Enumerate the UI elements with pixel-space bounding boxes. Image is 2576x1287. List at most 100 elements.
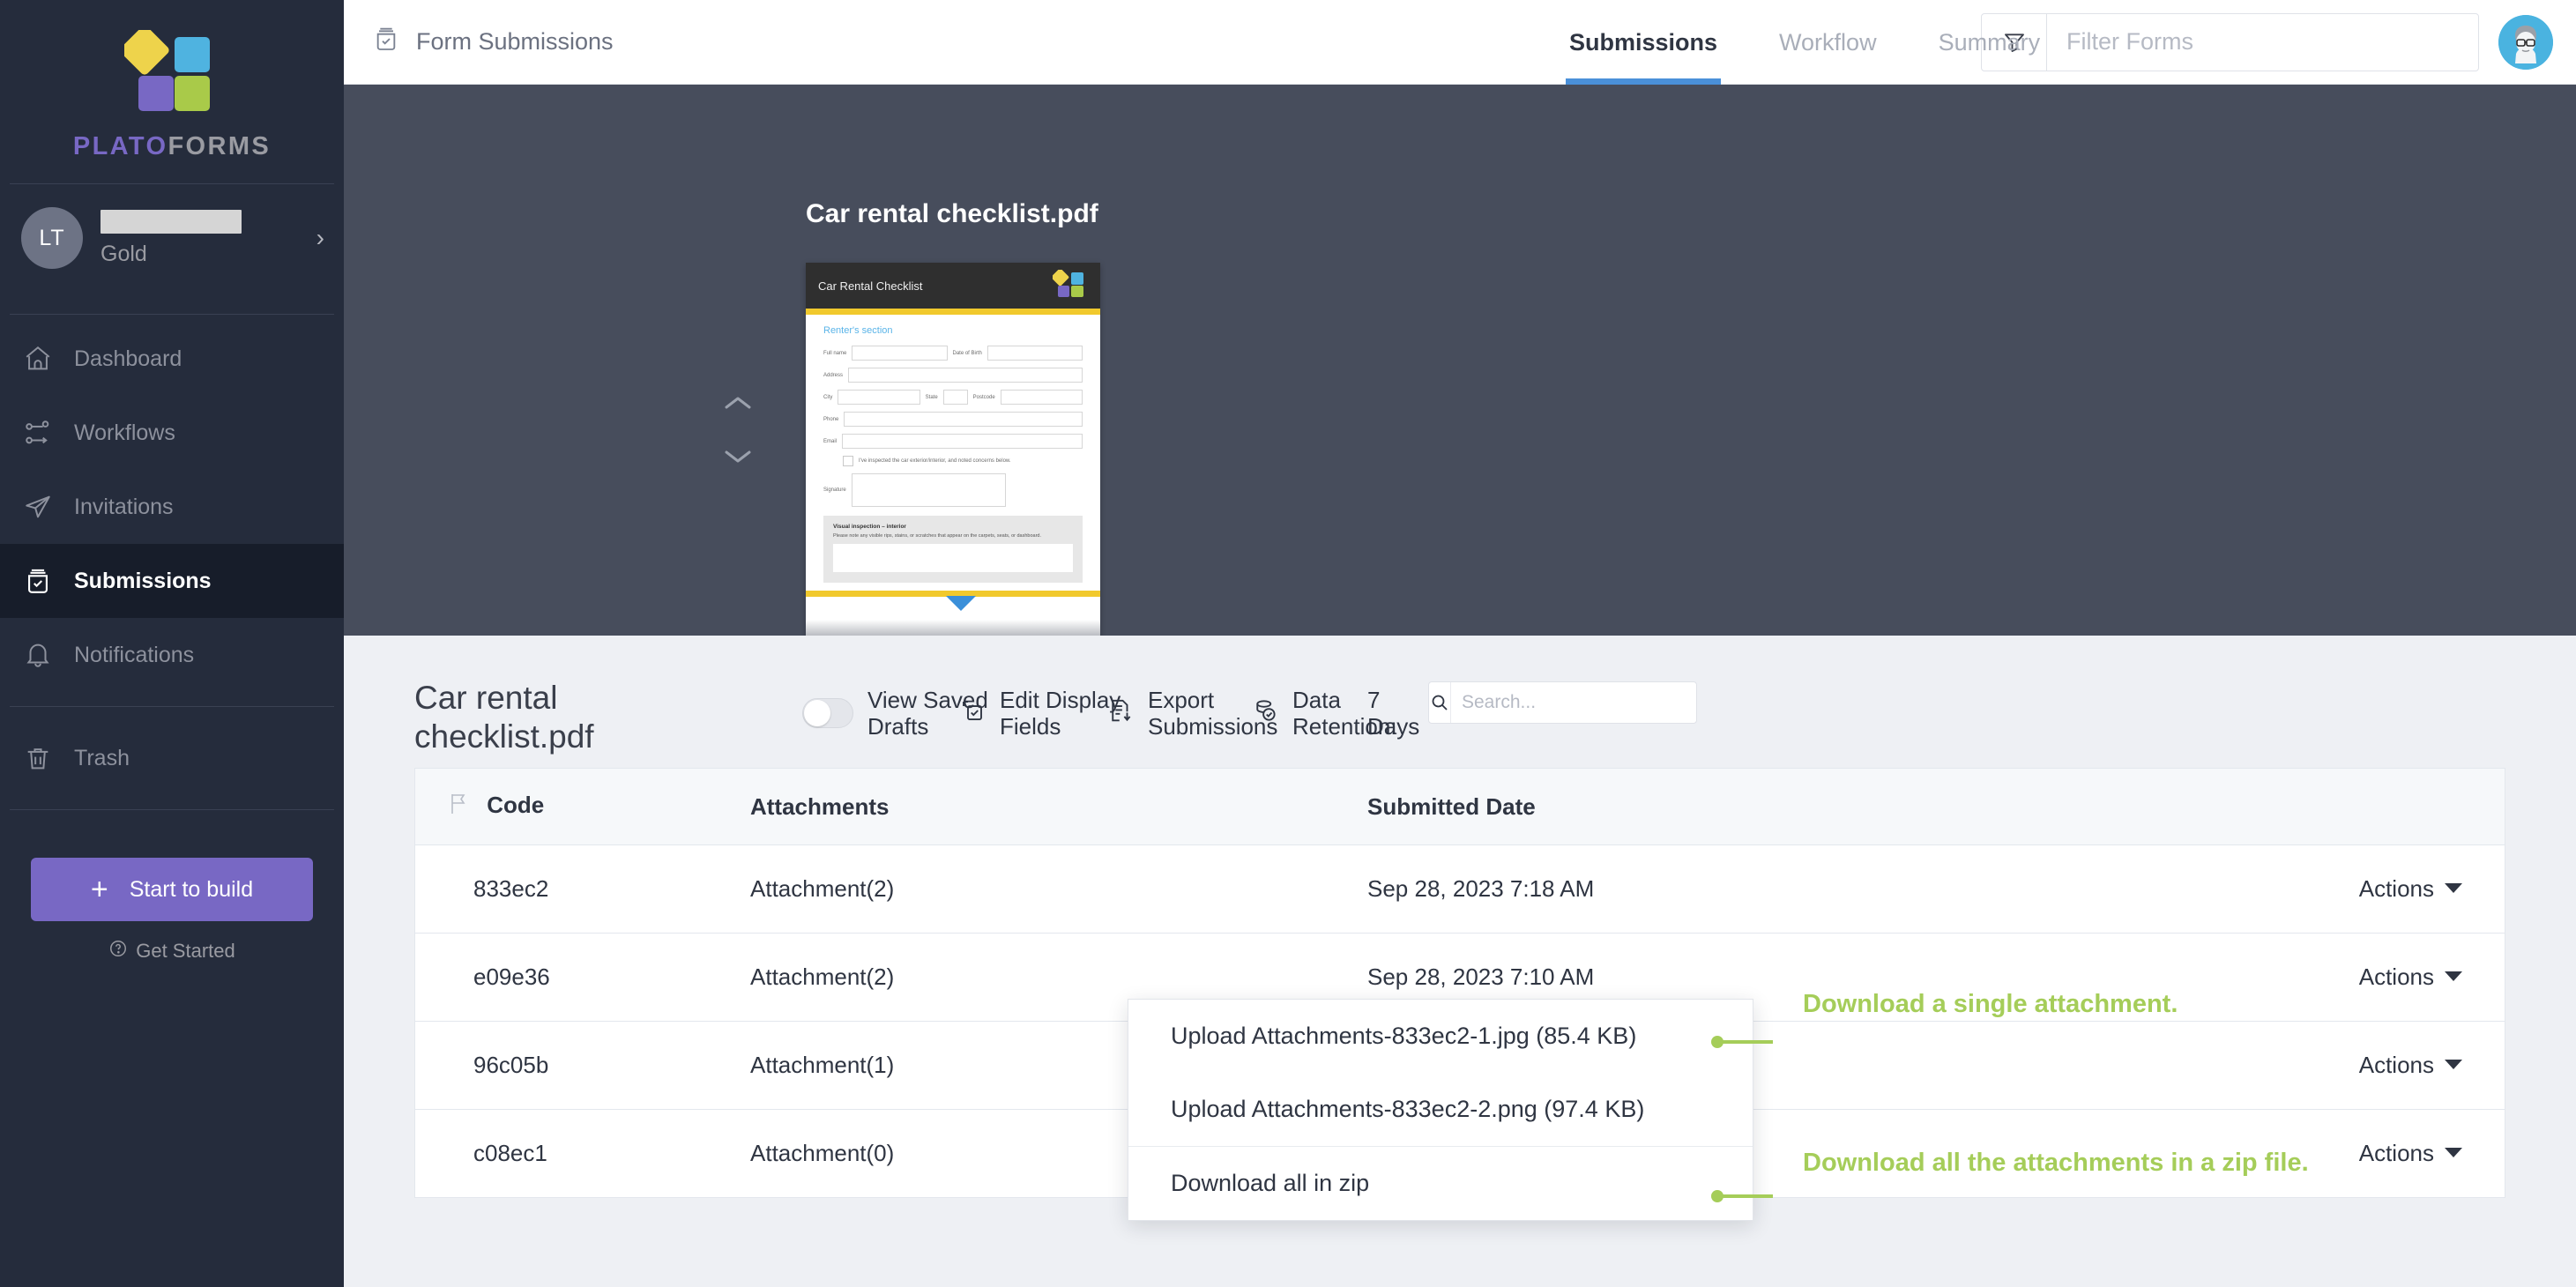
trash-icon	[21, 741, 55, 775]
actions-dropdown-button[interactable]: Actions	[2073, 1021, 2505, 1110]
pdf-field-label: Email	[823, 438, 838, 444]
chevron-up-icon[interactable]	[723, 393, 753, 417]
attachments-dropdown-menu: Upload Attachments-833ec2-1.jpg (85.4 KB…	[1128, 999, 1753, 1221]
brand-word-plato: PLATO	[72, 132, 168, 160]
tab-submissions[interactable]: Submissions	[1566, 0, 1722, 85]
pdf-doc-title: Car Rental Checklist	[818, 279, 923, 293]
pdf-field-row: Address	[823, 368, 1083, 383]
search-submissions-box	[1428, 681, 1711, 724]
sidebar-item-trash[interactable]: Trash	[0, 721, 344, 795]
sidebar-item-workflows[interactable]: Workflows	[0, 396, 344, 470]
preview-file-title: Car rental checklist.pdf	[806, 199, 1098, 228]
search-input[interactable]	[1451, 682, 1711, 723]
pdf-section-title: Renter's section	[823, 325, 893, 336]
sidebar-nav: Dashboard Workflows Invitations Submissi…	[0, 322, 344, 824]
pdf-fade-overlay	[806, 620, 1100, 636]
actions-label: Actions	[2358, 1052, 2434, 1078]
actions-dropdown-button[interactable]: Actions	[2073, 844, 2505, 934]
pdf-field-input	[852, 346, 948, 361]
cell-code: e09e36	[415, 933, 750, 1022]
page-title-label: Form Submissions	[416, 28, 614, 55]
download-all-zip-menu-item[interactable]: Download all in zip	[1128, 1147, 1753, 1220]
chevron-right-icon[interactable]: ›	[316, 224, 324, 252]
actions-label: Actions	[2358, 963, 2434, 990]
user-avatar[interactable]	[2498, 14, 2553, 70]
pdf-field-input	[838, 390, 920, 405]
pdf-field-row: City State Postcode	[823, 390, 1083, 405]
pdf-checkbox-label: I've inspected the car exterior/interior…	[859, 458, 1011, 464]
account-switcher[interactable]: LT Gold ›	[0, 184, 344, 292]
start-to-build-button[interactable]: + Start to build	[31, 858, 313, 921]
caret-down-icon	[2445, 1148, 2462, 1157]
brand-word-forms: FORMS	[168, 132, 272, 160]
pdf-thumbnail[interactable]: Car Rental Checklist Renter's section Fu…	[806, 263, 1100, 636]
pdf-accent-bar-top	[806, 309, 1100, 315]
flag-icon	[449, 794, 474, 821]
pdf-body: Renter's section Full name Date of Birth…	[806, 315, 1100, 507]
attachment-menu-item-1[interactable]: Upload Attachments-833ec2-1.jpg (85.4 KB…	[1128, 1000, 1753, 1073]
toggle-switch[interactable]	[802, 698, 853, 729]
cell-code: c08ec1	[415, 1109, 750, 1198]
search-icon[interactable]	[1429, 682, 1451, 723]
main-area: Form Submissions Submissions Workflow Su…	[344, 0, 2576, 1287]
preview-pager	[723, 393, 753, 471]
sidebar-item-submissions[interactable]: Submissions	[0, 544, 344, 618]
tab-workflow[interactable]: Workflow	[1776, 0, 1880, 85]
column-header-actions	[2073, 769, 2505, 845]
pdf-field-input	[844, 412, 1083, 427]
get-started-label: Get Started	[136, 940, 235, 962]
table-row[interactable]: 833ec2 Attachment(2) Sep 28, 2023 7:18 A…	[415, 844, 2505, 934]
column-header-attachments[interactable]: Attachments	[750, 769, 1367, 845]
tab-bar: Submissions Workflow Summary	[1566, 0, 2044, 85]
submissions-jar-icon	[372, 25, 400, 59]
pdf-field-row: Phone	[823, 412, 1083, 427]
table-header-row: Code Attachments Submitted Date	[415, 769, 2505, 845]
build-section: + Start to build Get Started	[0, 824, 344, 963]
get-started-link[interactable]: Get Started	[31, 939, 313, 963]
sidebar-divider-account	[10, 314, 334, 315]
pdf-field-label: City	[823, 394, 833, 400]
brand-wordmark: PLATOFORMS	[73, 132, 271, 161]
attachment-menu-item-2[interactable]: Upload Attachments-833ec2-2.png (97.4 KB…	[1128, 1073, 1753, 1146]
cell-attachments[interactable]: Attachment(2)	[750, 844, 1367, 934]
pdf-preview-panel: Car rental checklist.pdf Car Rental Chec…	[344, 85, 2576, 636]
caret-down-icon[interactable]	[946, 596, 976, 611]
cell-submitted-date: Sep 28, 2023 7:18 AM	[1367, 844, 2073, 934]
page-title: Form Submissions	[372, 25, 614, 59]
account-avatar: LT	[21, 207, 83, 269]
plus-icon: +	[90, 873, 108, 906]
pdf-field-row: Full name Date of Birth	[823, 346, 1083, 361]
column-header-code[interactable]: Code	[415, 769, 750, 845]
account-text: Gold	[101, 209, 299, 267]
tab-summary[interactable]: Summary	[1935, 0, 2044, 85]
sidebar-item-notifications[interactable]: Notifications	[0, 618, 344, 692]
brand-logo[interactable]: PLATOFORMS	[0, 0, 344, 161]
filter-forms-input[interactable]	[2047, 13, 2478, 71]
sidebar-item-dashboard[interactable]: Dashboard	[0, 322, 344, 396]
paper-plane-icon	[21, 490, 55, 524]
pdf-field-label: Address	[823, 372, 844, 378]
export-icon	[1107, 697, 1134, 729]
topbar-right	[1981, 12, 2553, 71]
submissions-jar-icon	[21, 564, 55, 598]
caret-down-icon	[2445, 883, 2462, 893]
pdf-field-input	[942, 390, 968, 405]
sidebar: PLATOFORMS LT Gold › Dashboard Workflows…	[0, 0, 344, 1287]
sidebar-item-label: Notifications	[74, 642, 195, 667]
pdf-visual-inspection-section: Visual inspection – interior Please note…	[823, 516, 1083, 583]
sidebar-item-label: Dashboard	[74, 346, 182, 371]
account-tier: Gold	[101, 241, 147, 266]
sidebar-item-invitations[interactable]: Invitations	[0, 470, 344, 544]
sidebar-item-label: Trash	[74, 745, 130, 770]
column-header-submitted-date[interactable]: Submitted Date	[1367, 769, 2073, 845]
pdf-field-label: Full name	[823, 350, 847, 356]
start-to-build-label: Start to build	[129, 876, 254, 902]
pdf-field-row: Email	[823, 434, 1083, 449]
annotation-download-zip: Download all the attachments in a zip fi…	[1803, 1149, 2309, 1177]
pdf-checkbox	[843, 456, 853, 466]
chevron-down-icon[interactable]	[723, 447, 753, 471]
app-root: PLATOFORMS LT Gold › Dashboard Workflows…	[0, 0, 2576, 1287]
actions-label: Actions	[2358, 1140, 2434, 1166]
annotation-leader-line-single	[1711, 1036, 1773, 1048]
topbar: Form Submissions Submissions Workflow Su…	[344, 0, 2576, 85]
